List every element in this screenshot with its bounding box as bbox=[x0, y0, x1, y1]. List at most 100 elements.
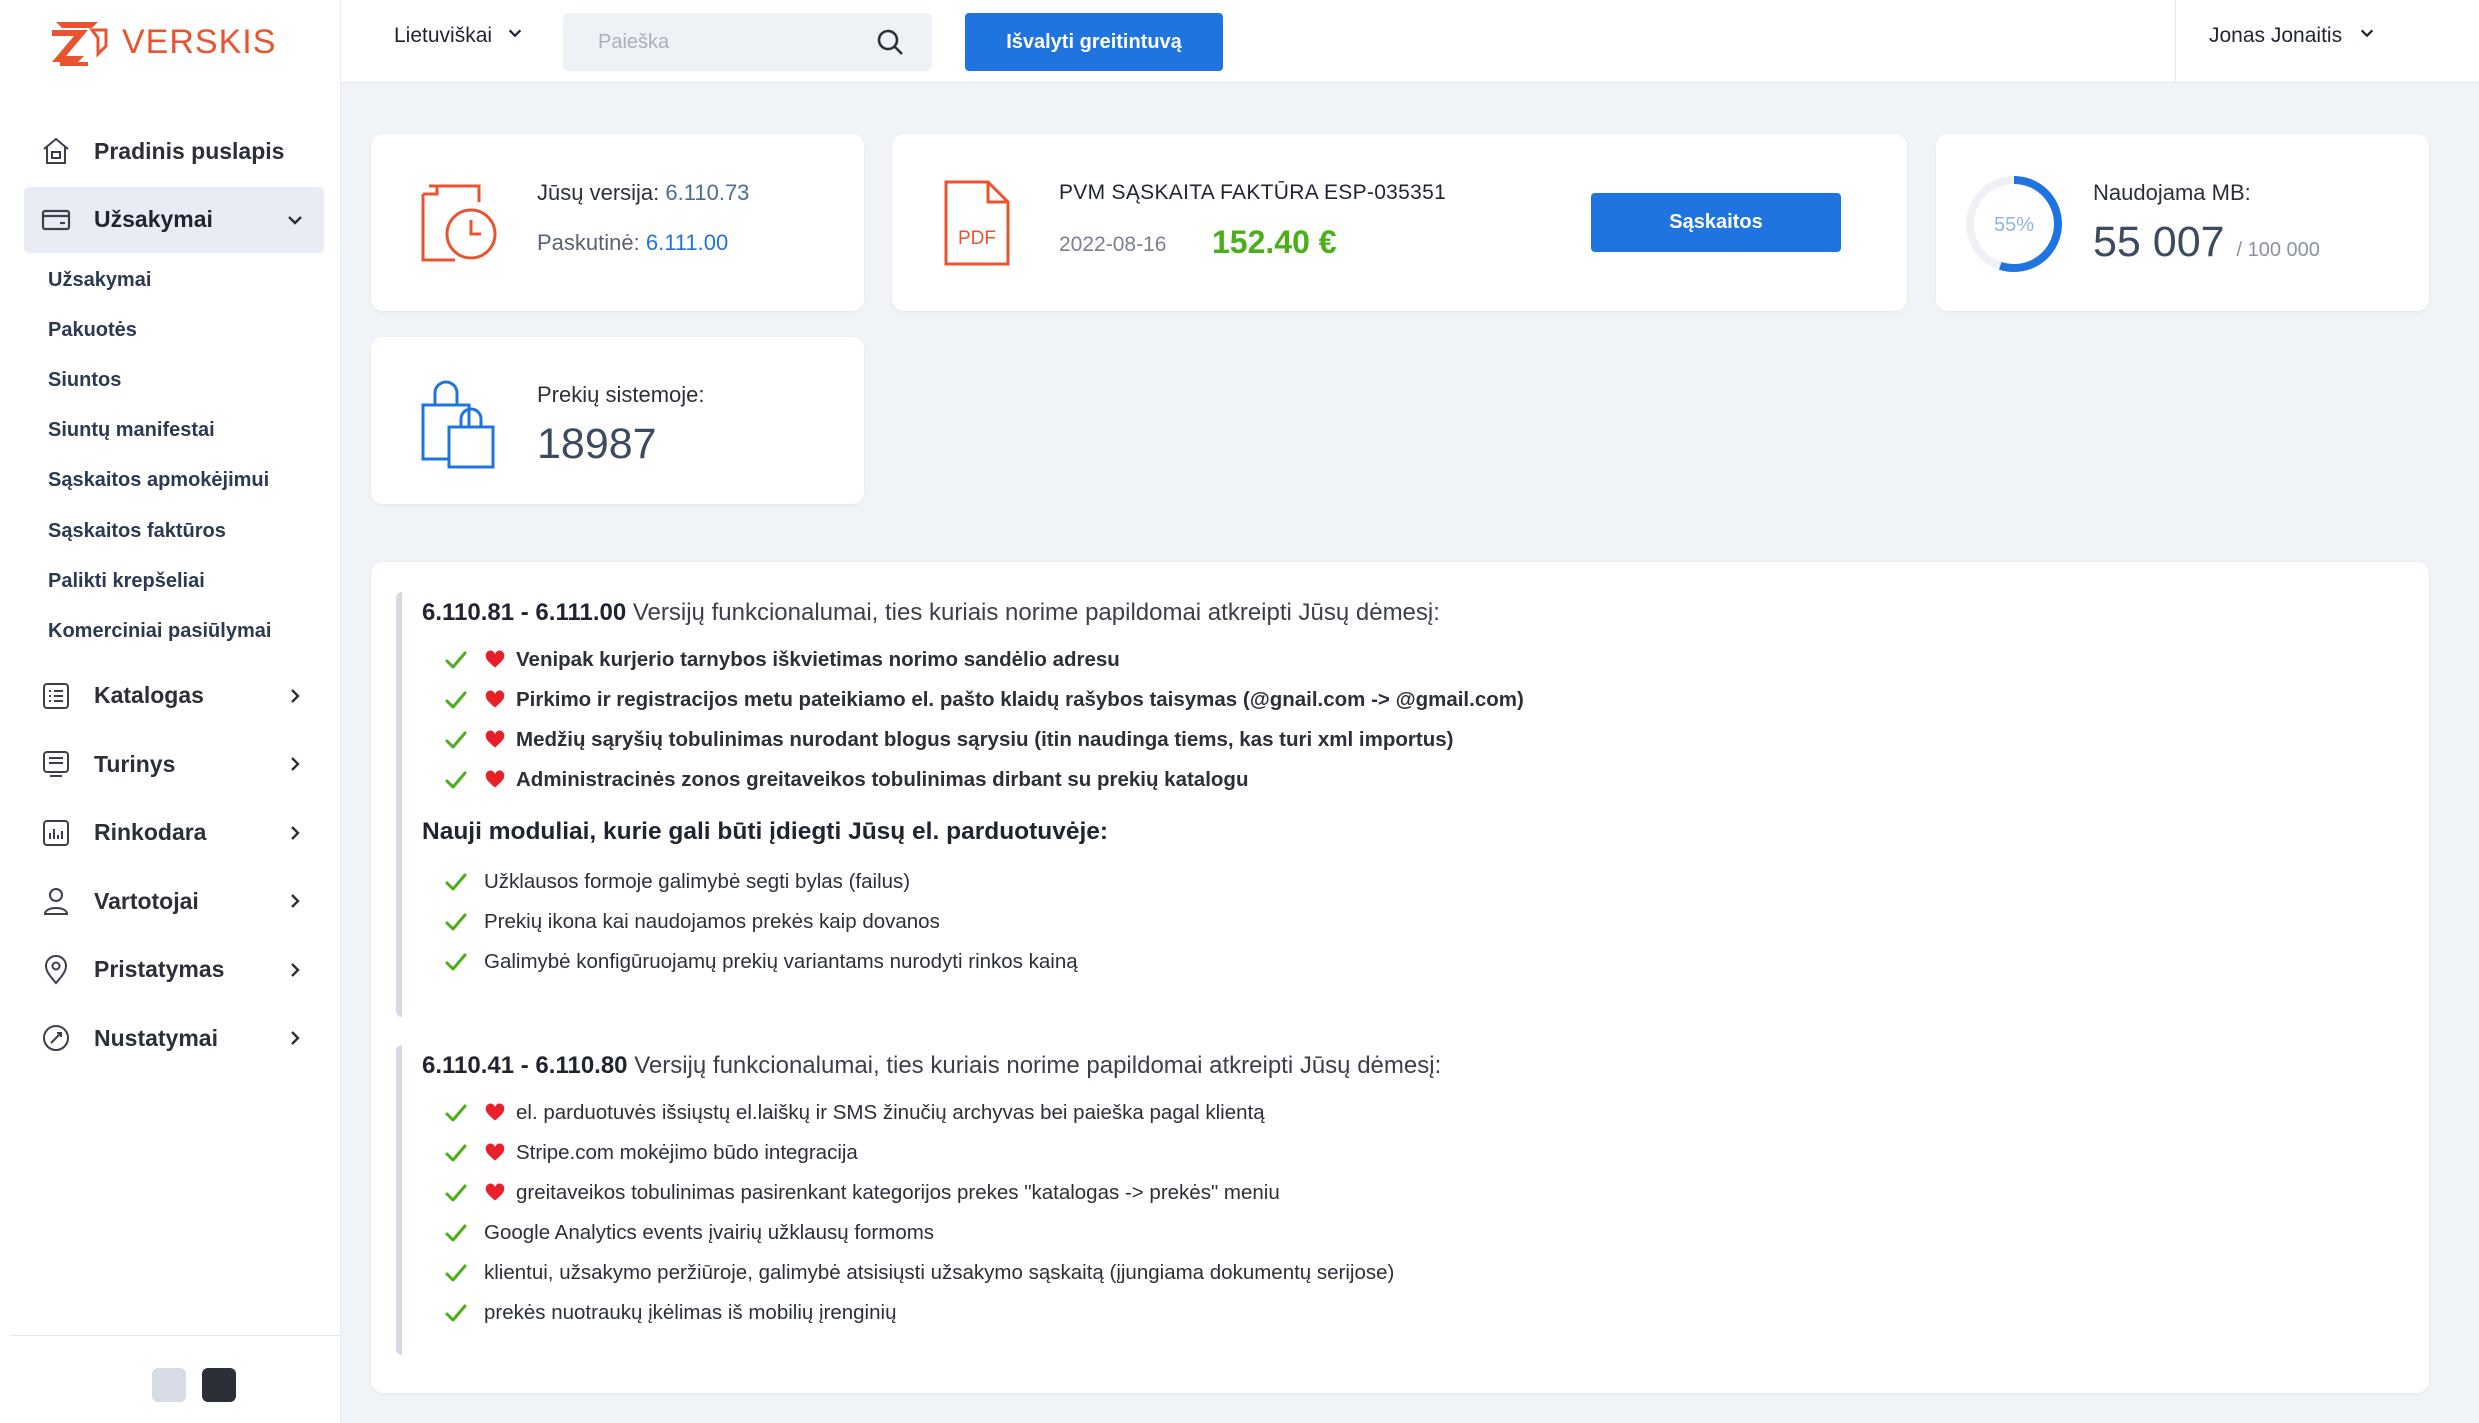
subnav-item-commercial-offers[interactable]: Komerciniai pasiūlymai bbox=[24, 606, 324, 656]
heart-icon bbox=[484, 1182, 506, 1204]
heart-icon bbox=[484, 689, 506, 711]
search-box bbox=[563, 13, 932, 71]
sidebar-item-marketing[interactable]: Rinkodara bbox=[24, 800, 324, 866]
logo-text: VERSKIS bbox=[122, 22, 277, 61]
heart-icon bbox=[484, 1102, 506, 1124]
chevron-right-icon bbox=[280, 749, 310, 779]
check-icon bbox=[442, 1299, 470, 1327]
list-icon bbox=[38, 678, 74, 714]
search-icon[interactable] bbox=[870, 22, 910, 62]
current-version-value: 6.110.73 bbox=[665, 180, 750, 205]
heart-icon bbox=[484, 1142, 506, 1164]
heart-icon bbox=[484, 729, 506, 751]
storage-progress-ring: 55% bbox=[1964, 174, 2064, 279]
light-theme-button[interactable] bbox=[152, 1368, 186, 1402]
list-item: Google Analytics events įvairių užklausų… bbox=[422, 1213, 2376, 1253]
user-menu[interactable]: Jonas Jonaitis bbox=[2209, 24, 2376, 48]
list-item: el. parduotuvės išsiųstų el.laiškų ir SM… bbox=[422, 1093, 2376, 1133]
release-notes-section: 6.110.41 - 6.110.80 Versijų funkcionalum… bbox=[396, 1045, 2376, 1355]
language-selector[interactable]: Lietuviškai bbox=[394, 24, 524, 48]
settings-icon bbox=[38, 1020, 74, 1056]
dark-theme-button[interactable] bbox=[202, 1368, 236, 1402]
storage-total: / 100 000 bbox=[2236, 239, 2320, 261]
current-version: Jūsų versija: 6.110.73 bbox=[537, 180, 750, 205]
list-item: klientui, užsakymo peržiūroje, galimybė … bbox=[422, 1253, 2376, 1293]
subnav-item-manifests[interactable]: Siuntų manifestai bbox=[24, 406, 324, 456]
heart-icon bbox=[484, 649, 506, 671]
version-card: Jūsų versija: 6.110.73 Paskutinė: 6.111.… bbox=[371, 134, 864, 311]
sidebar-item-catalog[interactable]: Katalogas bbox=[24, 663, 324, 729]
svg-text:55%: 55% bbox=[1994, 214, 2034, 236]
chevron-right-icon bbox=[280, 955, 310, 985]
invoice-card: PDF PVM SĄSKAITA FAKTŪRA ESP-035351 2022… bbox=[892, 134, 1907, 311]
list-item: Prekių ikona kai naudojamos prekės kaip … bbox=[422, 902, 2376, 942]
svg-text:PDF: PDF bbox=[958, 228, 996, 249]
heart-icon bbox=[484, 769, 506, 791]
sidebar-item-label: Turinys bbox=[94, 750, 176, 777]
modules-list: Užklausos formoje galimybė segti bylas (… bbox=[422, 862, 2376, 982]
logo-icon bbox=[52, 22, 108, 66]
check-icon bbox=[442, 1219, 470, 1247]
logo[interactable]: VERSKIS bbox=[48, 14, 276, 70]
highlight-list: Venipak kurjerio tarnybos iškvietimas no… bbox=[422, 640, 2376, 800]
invoices-button[interactable]: Sąskaitos bbox=[1591, 193, 1841, 252]
list-item: prekės nuotraukų įkėlimas iš mobilių įre… bbox=[422, 1293, 2376, 1333]
check-icon bbox=[442, 868, 470, 896]
invoice-title[interactable]: PVM SĄSKAITA FAKTŪRA ESP-035351 bbox=[1059, 181, 1446, 205]
sidebar-divider bbox=[10, 1335, 340, 1336]
topbar: Lietuviškai Išvalyti greitintuvą Jonas J… bbox=[341, 0, 2479, 83]
chevron-down-icon bbox=[2358, 24, 2376, 48]
clock-document-icon bbox=[419, 182, 501, 269]
sidebar-item-users[interactable]: Vartotojai bbox=[24, 868, 324, 934]
sidebar-item-delivery[interactable]: Pristatymas bbox=[24, 937, 324, 1003]
storage-label: Naudojama MB: bbox=[2093, 180, 2251, 205]
subnav-item-vat-invoices[interactable]: Sąskaitos faktūros bbox=[24, 506, 324, 556]
sidebar-item-home[interactable]: Pradinis puslapis bbox=[24, 118, 324, 184]
search-input[interactable] bbox=[563, 13, 870, 71]
subnav-item-shipments[interactable]: Siuntos bbox=[24, 355, 324, 405]
sidebar-item-content[interactable]: Turinys bbox=[24, 731, 324, 797]
release-notes-section: 6.110.81 - 6.111.00 Versijų funkcionalum… bbox=[396, 592, 2376, 1017]
check-icon bbox=[442, 1139, 470, 1167]
sidebar-item-label: Pristatymas bbox=[94, 956, 225, 982]
latest-version: Paskutinė: 6.111.00 bbox=[537, 230, 729, 255]
subnav-item-orders[interactable]: Užsakymai bbox=[24, 255, 324, 305]
list-item: Galimybė konfigūruojamų prekių variantam… bbox=[422, 942, 2376, 982]
release-notes-card: 6.110.81 - 6.111.00 Versijų funkcionalum… bbox=[371, 562, 2429, 1393]
storage-used: 55 007 / 100 000 bbox=[2093, 218, 2320, 266]
subnav-item-abandoned-carts[interactable]: Palikti krepšeliai bbox=[24, 556, 324, 606]
sidebar-item-label: Nustatymai bbox=[94, 1024, 218, 1051]
sidebar-nav: Pradinis puslapis Užsakymai Užsakymai Pa… bbox=[24, 118, 324, 1074]
list-item: Venipak kurjerio tarnybos iškvietimas no… bbox=[422, 640, 2376, 680]
orders-subnav: Užsakymai Pakuotės Siuntos Siuntų manife… bbox=[24, 255, 324, 657]
invoice-amount: 152.40 € bbox=[1212, 224, 1337, 260]
chevron-right-icon bbox=[280, 1023, 310, 1053]
clear-cache-button[interactable]: Išvalyti greitintuvą bbox=[965, 13, 1223, 71]
sidebar-item-label: Užsakymai bbox=[94, 206, 213, 232]
products-label: Prekių sistemoje: bbox=[537, 382, 705, 407]
user-icon bbox=[38, 883, 74, 919]
sidebar-item-label: Katalogas bbox=[94, 682, 204, 708]
chart-icon bbox=[38, 815, 74, 851]
invoice-date: 2022-08-16 bbox=[1059, 233, 1167, 256]
check-icon bbox=[442, 686, 470, 714]
chevron-down-icon bbox=[506, 24, 524, 48]
shopping-bags-icon bbox=[419, 371, 497, 476]
sidebar-item-settings[interactable]: Nustatymai bbox=[24, 1005, 324, 1071]
latest-version-value[interactable]: 6.111.00 bbox=[646, 230, 728, 255]
subnav-item-packages[interactable]: Pakuotės bbox=[24, 305, 324, 355]
orders-icon bbox=[38, 202, 74, 238]
pdf-file-icon: PDF bbox=[942, 178, 1012, 273]
sidebar-item-label: Pradinis puslapis bbox=[94, 137, 285, 164]
check-icon bbox=[442, 948, 470, 976]
check-icon bbox=[442, 646, 470, 674]
sidebar-item-orders[interactable]: Užsakymai bbox=[24, 186, 324, 253]
sidebar-item-label: Vartotojai bbox=[94, 887, 199, 914]
check-icon bbox=[442, 908, 470, 936]
location-pin-icon bbox=[38, 952, 74, 988]
list-item: Užklausos formoje galimybė segti bylas (… bbox=[422, 862, 2376, 902]
list-item: Administracinės zonos greitaveikos tobul… bbox=[422, 760, 2376, 800]
check-icon bbox=[442, 1179, 470, 1207]
subnav-item-payment-invoices[interactable]: Sąskaitos apmokėjimui bbox=[24, 456, 324, 506]
release-notes-heading: 6.110.81 - 6.111.00 Versijų funkcionalum… bbox=[422, 599, 1440, 626]
